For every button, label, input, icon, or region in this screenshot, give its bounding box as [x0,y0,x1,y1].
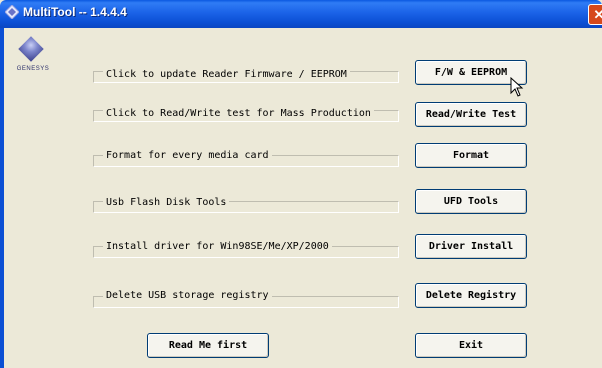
window-frame-left [0,28,4,368]
format-button[interactable]: Format [415,143,527,168]
app-window: MultiTool -- 1.4.4.4 ✕ GENESYS Click to … [0,0,602,368]
read-me-first-button[interactable]: Read Me first [147,333,269,358]
close-button[interactable]: ✕ [588,4,602,25]
delete-registry-button[interactable]: Delete Registry [415,283,527,308]
readwrite-label: Click to Read/Write test for Mass Produc… [103,108,374,119]
app-icon [5,5,19,19]
ufd-label: Usb Flash Disk Tools [103,197,230,208]
exit-button[interactable]: Exit [415,333,527,358]
brand-logo: GENESYS [12,36,54,86]
registry-label: Delete USB storage registry [103,290,272,301]
title-bar[interactable]: MultiTool -- 1.4.4.4 ✕ [0,0,602,28]
driver-label: Install driver for Win98SE/Me/XP/2000 [103,241,332,252]
driver-install-button[interactable]: Driver Install [415,234,527,259]
window-title: MultiTool -- 1.4.4.4 [23,5,127,19]
firmware-label: Click to update Reader Firmware / EEPROM [103,69,350,80]
logo-text: GENESYS [16,66,50,72]
read-write-test-button[interactable]: Read/Write Test [415,102,527,127]
logo-mark [18,36,44,62]
format-label: Format for every media card [103,150,272,161]
mouse-pointer-icon [510,77,524,97]
ufd-tools-button[interactable]: UFD Tools [415,189,527,214]
close-icon: ✕ [593,7,602,22]
